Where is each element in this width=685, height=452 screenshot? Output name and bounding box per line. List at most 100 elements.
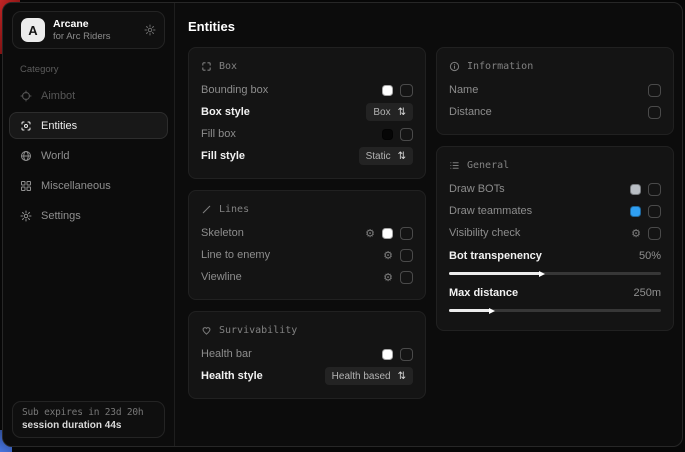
sidebar-nav: Aimbot Entities World <box>3 82 174 229</box>
color-swatch[interactable] <box>382 129 393 140</box>
max-distance-slider[interactable] <box>449 309 661 312</box>
setting-label: Distance <box>449 106 492 118</box>
globe-icon <box>20 150 32 162</box>
dropdown-value: Static <box>366 151 391 162</box>
setting-label: Bounding box <box>201 84 268 96</box>
setting-row-bounding-box: Bounding box <box>201 79 413 101</box>
fill-style-dropdown[interactable]: Static <box>359 147 413 165</box>
color-swatch[interactable] <box>382 228 393 239</box>
brand-card: A Arcane for Arc Riders <box>12 11 165 49</box>
checkbox[interactable] <box>648 205 661 218</box>
color-swatch[interactable] <box>382 349 393 360</box>
app-window: A Arcane for Arc Riders Category <box>2 2 683 447</box>
checkbox[interactable] <box>648 183 661 196</box>
dropdown-value: Health based <box>332 371 391 382</box>
setting-label: Bot transpenency <box>449 250 542 262</box>
sidebar-item-entities[interactable]: Entities <box>9 112 168 139</box>
checkbox[interactable] <box>400 249 413 262</box>
sidebar-item-miscellaneous[interactable]: Miscellaneous <box>9 172 168 199</box>
sidebar-item-settings[interactable]: Settings <box>9 202 168 229</box>
sidebar-item-label: Aimbot <box>41 90 75 102</box>
sidebar-item-label: Miscellaneous <box>41 180 111 192</box>
gear-icon[interactable] <box>365 224 375 242</box>
gear-icon[interactable] <box>383 246 393 264</box>
gear-icon[interactable] <box>383 268 393 286</box>
sub-expiry-text: Sub expires in 23d 20h <box>22 407 155 418</box>
setting-row-box-style: Box style Box <box>201 101 413 123</box>
section-box: Box Bounding box Box style Box <box>188 47 426 179</box>
sidebar-item-label: Entities <box>41 120 77 132</box>
setting-label: Health bar <box>201 348 252 360</box>
corners-icon <box>201 61 212 72</box>
setting-row-health-bar: Health bar <box>201 343 413 365</box>
app-logo: A <box>21 18 45 42</box>
setting-row-draw-bots: Draw BOTs <box>449 178 661 200</box>
setting-label: Viewline <box>201 271 242 283</box>
checkbox[interactable] <box>400 271 413 284</box>
color-swatch[interactable] <box>630 206 641 217</box>
list-icon <box>449 160 460 171</box>
color-swatch[interactable] <box>630 184 641 195</box>
slider-thumb[interactable] <box>489 308 495 314</box>
sidebar: A Arcane for Arc Riders Category <box>3 3 175 446</box>
gear-icon <box>20 210 32 222</box>
checkbox[interactable] <box>400 84 413 97</box>
setting-label: Max distance <box>449 287 518 299</box>
setting-label: Box style <box>201 106 250 118</box>
updown-arrows-icon <box>398 151 406 162</box>
checkbox[interactable] <box>648 106 661 119</box>
section-information: Information Name Distance <box>436 47 674 135</box>
section-lines: Lines Skeleton Line to enemy <box>188 190 426 300</box>
setting-row-health-style: Health style Health based <box>201 365 413 387</box>
setting-label: Visibility check <box>449 227 520 239</box>
updown-arrows-icon <box>398 371 406 382</box>
checkbox[interactable] <box>648 84 661 97</box>
section-title: Box <box>219 61 237 72</box>
sidebar-item-aimbot[interactable]: Aimbot <box>9 82 168 109</box>
setting-row-fill-box: Fill box <box>201 123 413 145</box>
setting-row-skeleton: Skeleton <box>201 222 413 244</box>
setting-row-distance: Distance <box>449 101 661 123</box>
slider-thumb[interactable] <box>539 271 545 277</box>
grid-icon <box>20 180 32 192</box>
color-swatch[interactable] <box>382 85 393 96</box>
sidebar-item-world[interactable]: World <box>9 142 168 169</box>
setting-row-draw-teammates: Draw teammates <box>449 200 661 222</box>
setting-row-bot-transparency: Bot transpenency 50% <box>449 245 661 275</box>
setting-label: Fill box <box>201 128 236 140</box>
sidebar-item-label: World <box>41 150 70 162</box>
setting-label: Draw teammates <box>449 205 532 217</box>
dropdown-value: Box <box>373 107 390 118</box>
app-title: Arcane <box>53 18 111 31</box>
updown-arrows-icon <box>398 107 406 118</box>
left-column: Box Bounding box Box style Box <box>188 47 426 399</box>
checkbox[interactable] <box>400 227 413 240</box>
checkbox[interactable] <box>648 227 661 240</box>
box-style-dropdown[interactable]: Box <box>366 103 413 121</box>
right-column: Information Name Distance <box>436 47 674 331</box>
info-icon <box>449 61 460 72</box>
setting-label: Draw BOTs <box>449 183 505 195</box>
setting-label: Skeleton <box>201 227 244 239</box>
setting-row-visibility-check: Visibility check <box>449 222 661 244</box>
setting-row-max-distance: Max distance 250m <box>449 282 661 312</box>
section-title: Lines <box>219 204 249 215</box>
section-survivability: Survivability Health bar Health style He… <box>188 311 426 399</box>
line-icon <box>201 204 212 215</box>
slider-value: 250m <box>633 287 661 299</box>
heart-icon <box>201 325 212 336</box>
setting-label: Fill style <box>201 150 245 162</box>
scan-icon <box>20 120 32 132</box>
setting-row-viewline: Viewline <box>201 266 413 288</box>
category-label: Category <box>20 64 174 75</box>
health-style-dropdown[interactable]: Health based <box>325 367 413 385</box>
section-title: Survivability <box>219 325 297 336</box>
checkbox[interactable] <box>400 128 413 141</box>
checkbox[interactable] <box>400 348 413 361</box>
crosshair-icon <box>20 90 32 102</box>
bot-transparency-slider[interactable] <box>449 272 661 275</box>
section-general: General Draw BOTs Draw teammates <box>436 146 674 331</box>
app-subtitle: for Arc Riders <box>53 31 111 43</box>
gear-icon[interactable] <box>144 24 156 36</box>
gear-icon[interactable] <box>631 224 641 242</box>
